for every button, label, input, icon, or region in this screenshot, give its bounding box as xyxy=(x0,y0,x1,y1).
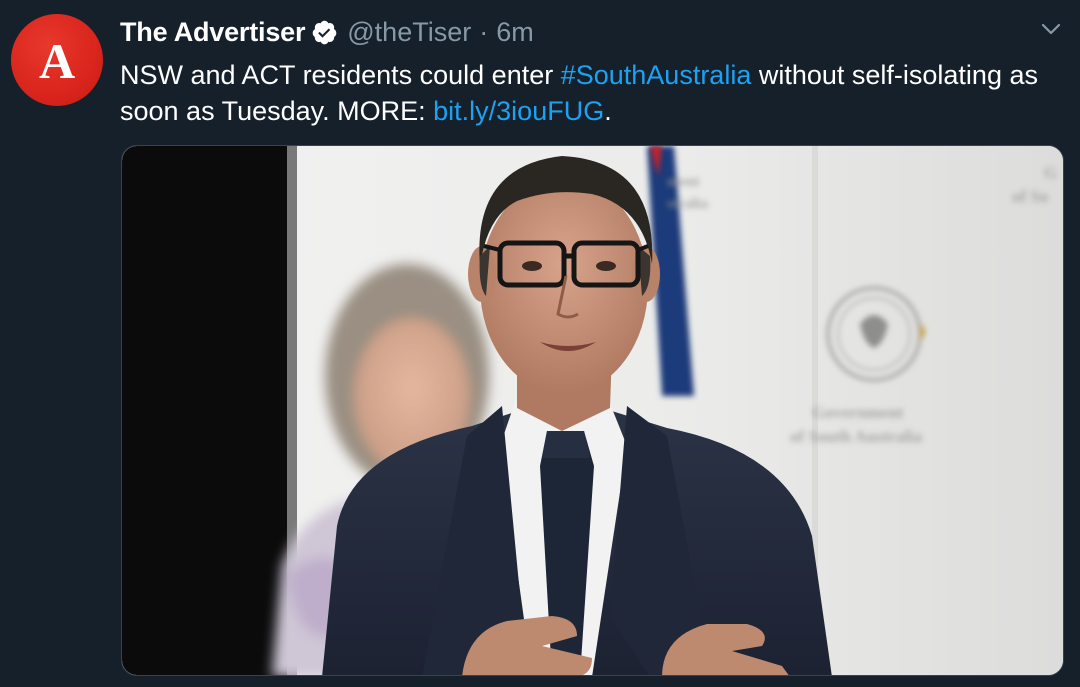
photo-dark-curtain xyxy=(122,146,287,675)
hashtag-link[interactable]: #SouthAustralia xyxy=(561,60,752,90)
chevron-down-icon[interactable] xyxy=(1040,18,1062,40)
tweet-photo[interactable]: ment stralia G of So Government of South… xyxy=(121,145,1064,676)
backdrop-text: ment xyxy=(667,174,700,190)
backdrop-text: of South Australia xyxy=(790,427,923,446)
tweet-text-part: NSW and ACT residents could enter xyxy=(120,60,561,90)
backdrop-text: Government xyxy=(812,403,904,422)
photo-canvas: ment stralia G of So Government of South… xyxy=(122,146,1063,675)
display-name[interactable]: The Advertiser xyxy=(120,17,305,48)
timestamp[interactable]: 6m xyxy=(496,17,534,48)
handle[interactable]: @theTiser xyxy=(347,17,471,48)
avatar-logo-letter: A xyxy=(38,33,76,89)
tweet-text-part: . xyxy=(604,96,612,126)
backdrop-text: stralia xyxy=(667,196,708,212)
backdrop-text: G xyxy=(1044,163,1057,182)
verified-badge-icon xyxy=(311,19,338,46)
tweet-header: The Advertiser @theTiser · 6m xyxy=(120,14,534,50)
tweet-text: NSW and ACT residents could enter #South… xyxy=(120,57,1070,129)
tweet[interactable]: A The Advertiser @theTiser · 6m NSW and … xyxy=(0,0,1080,687)
avatar[interactable]: A xyxy=(11,14,103,106)
url-link[interactable]: bit.ly/3iouFUG xyxy=(433,96,604,126)
backdrop-text: of So xyxy=(1012,187,1048,206)
separator-dot: · xyxy=(479,16,489,47)
